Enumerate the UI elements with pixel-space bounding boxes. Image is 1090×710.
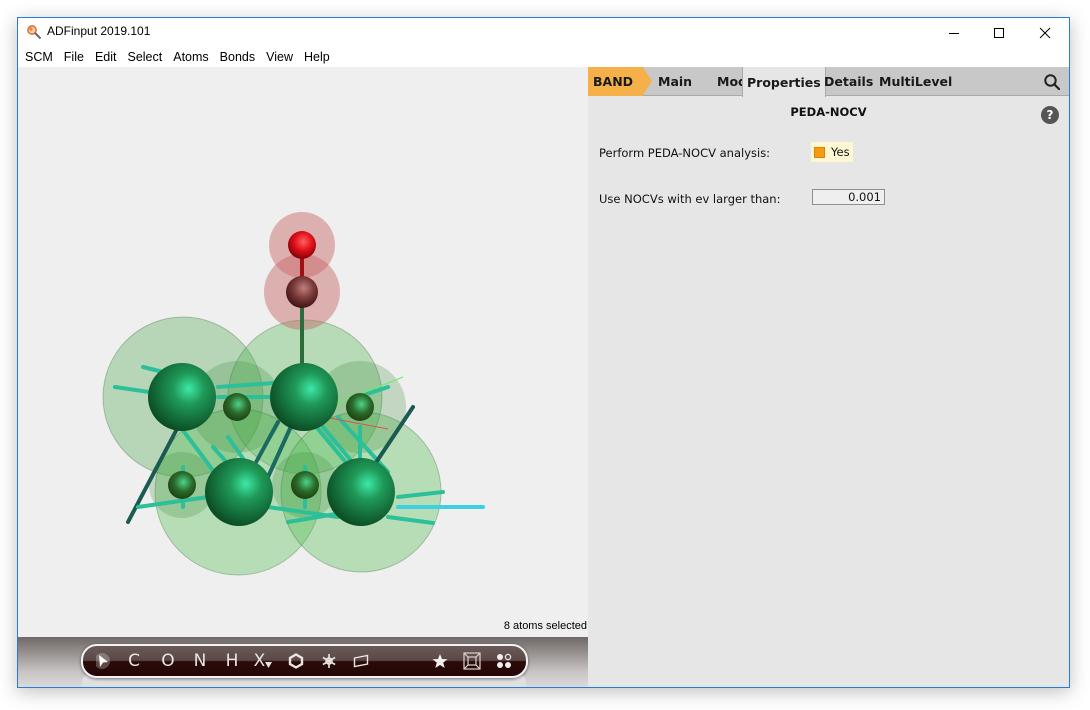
menu-scm[interactable]: SCM [18,50,58,64]
menu-select[interactable]: Select [121,50,167,64]
atom-metal[interactable] [148,363,216,431]
element-x-label: X [253,651,266,671]
plane-icon [353,654,369,668]
title-bar: ADFinput 2019.101 [18,18,1069,47]
molecule-structure[interactable] [18,67,588,637]
minimize-icon [949,32,959,34]
app-window: ADFinput 2019.101 SCM File Edit Select A… [17,17,1070,688]
section-title: PEDA-NOCV [790,105,867,119]
atom-oxygen[interactable] [288,231,316,259]
plane-button[interactable] [349,646,373,676]
band-tab-arrow [643,67,652,95]
nocv-threshold-input[interactable] [812,189,885,205]
atom-small[interactable] [291,471,319,499]
window-title: ADFinput 2019.101 [47,24,151,38]
element-other-button[interactable]: X [250,646,276,676]
select-tool-button[interactable] [91,646,115,676]
close-icon [1039,27,1051,38]
atom-small[interactable] [346,393,374,421]
maximize-button[interactable] [976,18,1022,47]
atom-metal[interactable] [327,458,395,526]
snowflake-icon [322,654,336,668]
atom-small[interactable] [168,471,196,499]
freeze-button[interactable] [317,646,341,676]
atom-metal[interactable] [205,458,273,526]
more-tools-button[interactable] [492,646,516,676]
element-h-button[interactable]: H [221,646,243,676]
panel-tabs: BAND Main Model Properties Details Multi… [588,67,1069,97]
checkbox-icon [814,146,825,158]
menu-bonds[interactable]: Bonds [214,50,260,64]
dots-icon [497,653,512,668]
tab-multilevel[interactable]: MultiLevel [879,67,952,96]
help-icon[interactable]: ? [1041,106,1059,124]
menu-view[interactable]: View [260,50,298,64]
element-n-button[interactable]: N [189,646,211,676]
tab-band[interactable]: BAND [588,67,643,96]
box-icon [463,652,481,670]
peda-label: Perform PEDA-NOCV analysis: [599,146,771,160]
toolbar-area: C O N H X [18,637,588,687]
hexagon-icon [288,653,304,669]
box-view-button[interactable] [460,646,484,676]
tab-details[interactable]: Details [824,67,873,96]
close-button[interactable] [1022,18,1068,47]
atom-metal[interactable] [270,363,338,431]
select-arrow-icon [96,653,110,669]
tab-properties[interactable]: Properties [742,67,826,97]
tab-main[interactable]: Main [658,67,692,96]
atom-carbon[interactable] [286,276,318,308]
menu-bar: SCM File Edit Select Atoms Bonds View He… [18,47,1069,67]
properties-panel: BAND Main Model Properties Details Multi… [588,67,1069,687]
element-c-button[interactable]: C [123,646,145,676]
dropdown-triangle-icon [265,662,273,668]
favorites-button[interactable] [428,646,452,676]
maximize-icon [994,27,1004,38]
ring-button[interactable] [284,646,308,676]
menu-help[interactable]: Help [298,50,335,64]
menu-atoms[interactable]: Atoms [167,50,213,64]
molecule-viewport[interactable]: 8 atoms selected [18,67,588,637]
search-icon[interactable] [1043,73,1061,91]
menu-file[interactable]: File [58,50,89,64]
nocv-threshold-label: Use NOCVs with ev larger than: [599,192,781,206]
selection-status: 8 atoms selected [503,620,587,632]
editor-toolbar: C O N H X [81,644,528,678]
star-icon [432,654,448,668]
atom-small[interactable] [223,393,251,421]
app-logo-icon [27,25,42,40]
element-o-button[interactable]: O [157,646,179,676]
menu-edit[interactable]: Edit [89,50,122,64]
minimize-button[interactable] [931,18,977,47]
peda-checkbox[interactable]: Yes [811,142,853,162]
peda-value: Yes [831,145,850,159]
